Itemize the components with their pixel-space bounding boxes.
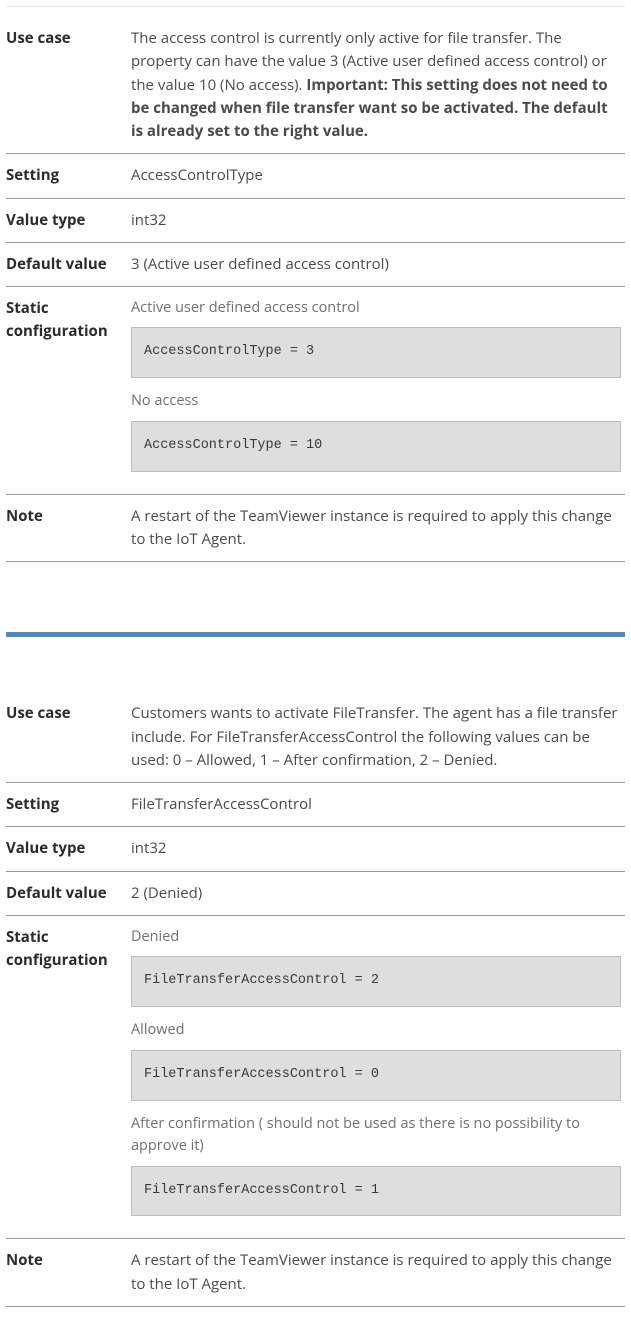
table-row: Static configuration Denied FileTransferA… [6, 915, 625, 1239]
table-row: Default value 3 (Active user defined acc… [6, 242, 625, 286]
table-row: Use case Customers wants to activate Fil… [6, 692, 625, 782]
row-label: Static configuration [6, 915, 131, 1239]
table-row: Note A restart of the TeamViewer instanc… [6, 1239, 625, 1307]
static-config-cell-1: Active user defined access control Access… [131, 287, 625, 495]
row-label: Default value [6, 242, 131, 286]
default-value: 2 (Denied) [131, 871, 625, 915]
row-label: Value type [6, 827, 131, 871]
row-label: Use case [6, 692, 131, 782]
config-code-block: FileTransferAccessControl = 0 [131, 1050, 621, 1101]
static-config-cell-2: Denied FileTransferAccessControl = 2 Allow… [131, 915, 625, 1239]
row-label: Setting [6, 154, 131, 198]
config-label: After confirmation ( should not be used … [131, 1113, 621, 1158]
value-type-value: int32 [131, 198, 625, 242]
note-value: A restart of the TeamViewer instance is … [131, 494, 625, 562]
config-label: No access [131, 390, 621, 412]
table-row: Setting FileTransferAccessControl [6, 783, 625, 827]
setting-value: FileTransferAccessControl [131, 783, 625, 827]
row-label: Note [6, 1239, 131, 1307]
config-code-block: FileTransferAccessControl = 2 [131, 956, 621, 1007]
use-case-text: The access control is currently only act… [131, 17, 625, 154]
table-row: Setting AccessControlType [6, 154, 625, 198]
table-row: Default value 2 (Denied) [6, 871, 625, 915]
settings-table-1: Use case The access control is currently… [6, 17, 625, 562]
row-label: Use case [6, 17, 131, 154]
default-value: 3 (Active user defined access control) [131, 242, 625, 286]
table-row: Value type int32 [6, 827, 625, 871]
row-label: Setting [6, 783, 131, 827]
use-case-text: Customers wants to activate FileTransfer… [131, 692, 625, 782]
row-label: Static configuration [6, 287, 131, 495]
row-label: Value type [6, 198, 131, 242]
config-code-block: AccessControlType = 10 [131, 421, 621, 472]
table-row: Use case The access control is currently… [6, 17, 625, 154]
config-label: Allowed [131, 1019, 621, 1041]
table-row: Static configuration Active user defined… [6, 287, 625, 495]
config-code-block: FileTransferAccessControl = 1 [131, 1166, 621, 1217]
section-divider [6, 632, 625, 637]
table-row: Value type int32 [6, 198, 625, 242]
row-label: Note [6, 494, 131, 562]
note-value: A restart of the TeamViewer instance is … [131, 1239, 625, 1307]
value-type-value: int32 [131, 827, 625, 871]
top-divider [6, 6, 625, 7]
table-row: Note A restart of the TeamViewer instanc… [6, 494, 625, 562]
settings-table-2: Use case Customers wants to activate Fil… [6, 692, 625, 1307]
setting-value: AccessControlType [131, 154, 625, 198]
config-label: Active user defined access control [131, 297, 621, 319]
config-code-block: AccessControlType = 3 [131, 327, 621, 378]
config-label: Denied [131, 926, 621, 948]
row-label: Default value [6, 871, 131, 915]
